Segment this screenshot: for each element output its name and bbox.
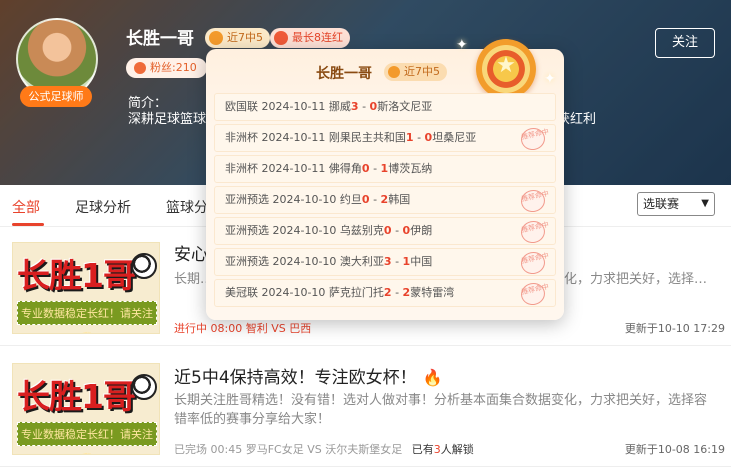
score-sep: -	[413, 131, 425, 144]
home-score: 3	[383, 255, 392, 268]
record-popup: ✦ ✦ ★ 长胜一哥 近7中5 欧国联 2024-10-11 挪威3 - 0斯洛…	[206, 37, 564, 320]
match-away: 伊朗	[410, 224, 433, 237]
match-time: 00:45	[210, 443, 243, 456]
match-status: 进行中	[174, 322, 207, 335]
match-away: 韩国	[388, 193, 411, 206]
match-home: 亚洲预选 2024-10-10 乌兹别克	[225, 224, 384, 237]
win-rate-text: 近7中5	[227, 31, 263, 44]
thumbnail-title: 长胜1哥	[17, 377, 136, 416]
article-title-text: 近5中4保持高效！专注欧女杯！	[174, 368, 417, 388]
star-icon	[209, 31, 223, 45]
match-away: 坦桑尼亚	[432, 131, 477, 144]
intro-label: 简介：	[128, 96, 168, 111]
home-score: 3	[350, 100, 359, 113]
profile-name: 长胜一哥	[126, 29, 194, 49]
match-row[interactable]: 非洲杯 2024-10-11 佛得角0 - 1博茨瓦纳	[214, 155, 556, 183]
hit-stamp-icon: 推荐命中	[518, 280, 550, 308]
active-tab-indicator	[12, 223, 44, 226]
user-icon	[134, 62, 146, 74]
hit-stamp-icon: 推荐命中	[518, 249, 550, 277]
match-away: 中国	[410, 255, 433, 268]
popup-badge-text: 近7中5	[404, 65, 440, 78]
hit-stamp-icon: 推荐命中	[518, 125, 550, 153]
soccer-ball-icon	[131, 374, 157, 400]
medal-icon: ★	[476, 39, 536, 99]
sparkle-icon: ✦	[456, 37, 468, 53]
home-score: 0	[361, 193, 370, 206]
match-away: 斯洛文尼亚	[377, 100, 433, 113]
unlock-suffix: 人解锁	[440, 443, 474, 456]
thumbnail-strip: 专业数据稳定长红！请关注我	[17, 301, 157, 333]
score-sep: -	[391, 286, 403, 299]
score-sep: -	[391, 224, 403, 237]
streak-badge: 最长8连红	[270, 28, 350, 48]
tab-football[interactable]: 足球分析	[75, 197, 131, 217]
home-score: 0	[383, 224, 392, 237]
match-teams: 智利 VS 巴西	[245, 322, 312, 335]
flame-icon	[274, 31, 288, 45]
tab-all[interactable]: 全部	[12, 197, 40, 217]
match-row[interactable]: 美冠联 2024-10-10 萨克拉门托2 - 2蒙特雷湾 推荐命中	[214, 279, 556, 308]
article-meta: 进行中 08:00 智利 VS 巴西	[174, 320, 311, 336]
home-score: 0	[361, 162, 370, 175]
match-teams: 罗马FC女足 VS 沃尔夫斯堡女足	[245, 443, 403, 456]
match-home: 非洲杯 2024-10-11 刚果民主共和国	[225, 131, 406, 144]
unlock-count: 3	[433, 443, 441, 456]
updated-time: 更新于10-08 16:19	[624, 443, 725, 456]
score-sep: -	[369, 193, 381, 206]
chevron-down-icon: ▼	[701, 198, 709, 209]
article-meta: 已完场 00:45 罗马FC女足 VS 沃尔夫斯堡女足 已有3人解锁	[174, 441, 474, 457]
sparkle-icon: ✦	[544, 71, 556, 87]
score-sep: -	[391, 255, 403, 268]
match-row[interactable]: 亚洲预选 2024-10-10 约旦0 - 2韩国 推荐命中	[214, 186, 556, 215]
fans-count: 粉丝:210	[126, 58, 207, 78]
fans-text: 粉丝:210	[150, 61, 197, 74]
thumbnail-title: 长胜1哥	[17, 256, 136, 295]
article-thumbnail[interactable]: 长胜1哥 专业数据稳定长红！请关注我	[12, 242, 160, 334]
hit-stamp-icon: 推荐命中	[518, 187, 550, 215]
popup-win-badge: 近7中5	[384, 63, 447, 81]
updated-time: 更新于10-10 17:29	[624, 322, 725, 335]
soccer-ball-icon	[131, 253, 157, 279]
avatar-tag: 公式足球师	[20, 86, 92, 107]
streak-text: 最长8连红	[292, 31, 343, 44]
match-time: 08:00	[210, 322, 243, 335]
article-thumbnail[interactable]: 长胜1哥 专业数据稳定长红！请关注我	[12, 363, 160, 455]
win-rate-badge[interactable]: 近7中5	[205, 28, 270, 48]
match-row[interactable]: 亚洲预选 2024-10-10 澳大利亚3 - 1中国 推荐命中	[214, 248, 556, 277]
match-home: 美冠联 2024-10-10 萨克拉门托	[225, 286, 384, 299]
article-desc: 长期关注胜哥精选！没有错！选对人做对事！分析基本面集合数据变化，力求把关好，选择…	[174, 393, 708, 427]
match-row[interactable]: 非洲杯 2024-10-11 刚果民主共和国1 - 0坦桑尼亚 推荐命中	[214, 124, 556, 153]
match-home: 非洲杯 2024-10-11 佛得角	[225, 162, 362, 175]
match-row[interactable]: 欧国联 2024-10-11 挪威3 - 0斯洛文尼亚	[214, 93, 556, 121]
thumbnail-strip: 专业数据稳定长红！请关注我	[17, 422, 157, 454]
article-title[interactable]: 近5中4保持高效！专注欧女杯！ 🔥	[174, 363, 443, 388]
star-icon: ★	[496, 53, 516, 78]
match-home: 欧国联 2024-10-11 挪威	[225, 100, 351, 113]
match-away: 博茨瓦纳	[388, 162, 433, 175]
match-home: 亚洲预选 2024-10-10 约旦	[225, 193, 362, 206]
match-status: 已完场	[174, 443, 207, 456]
league-select-value: 选联赛	[643, 197, 680, 211]
home-score: 2	[383, 286, 392, 299]
hit-stamp-icon: 推荐命中	[518, 218, 550, 246]
match-home: 亚洲预选 2024-10-10 澳大利亚	[225, 255, 384, 268]
article-card[interactable]: 长胜1哥 专业数据稳定长红！请关注我 近5中4保持高效！专注欧女杯！ 🔥 长期关注…	[0, 349, 731, 467]
popup-name: 长胜一哥	[316, 66, 372, 82]
match-away: 蒙特雷湾	[410, 286, 455, 299]
match-row[interactable]: 亚洲预选 2024-10-10 乌兹别克0 - 0伊朗 推荐命中	[214, 217, 556, 246]
home-score: 1	[405, 131, 414, 144]
follow-button[interactable]: 关注	[655, 28, 715, 58]
score-sep: -	[358, 100, 370, 113]
star-icon	[388, 66, 400, 78]
fire-icon: 🔥	[422, 368, 443, 387]
league-select[interactable]: 选联赛 ▼	[637, 192, 715, 216]
score-sep: -	[369, 162, 381, 175]
unlock-prefix: 已有	[411, 443, 434, 456]
